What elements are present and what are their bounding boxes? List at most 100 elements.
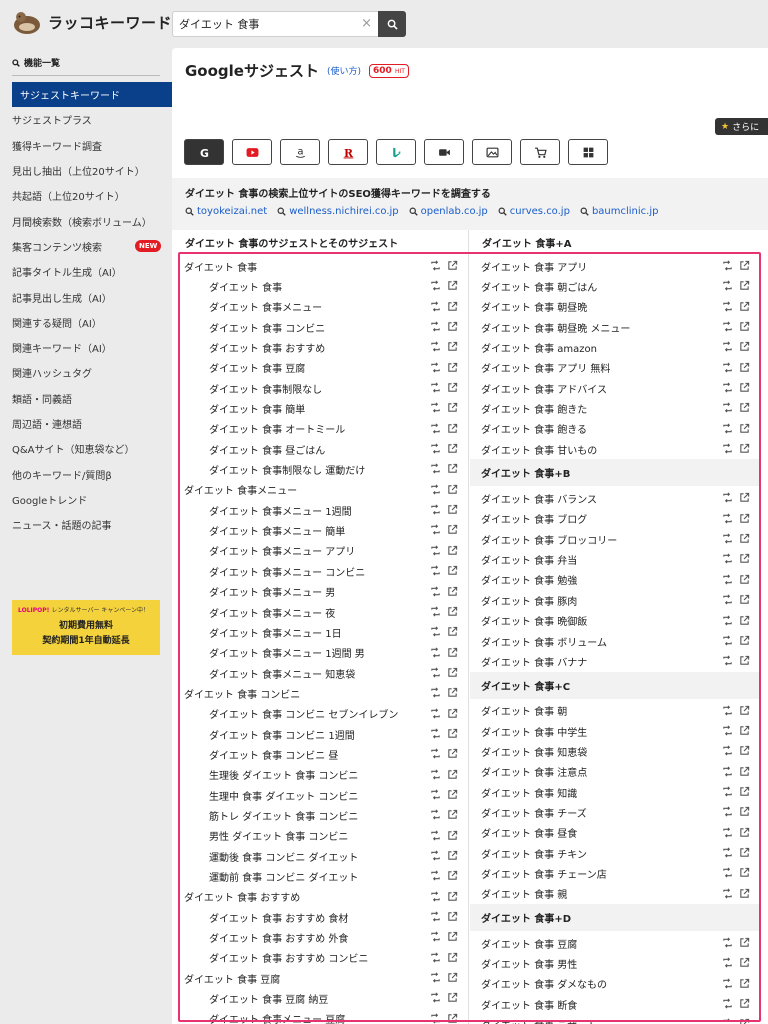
swap-icon[interactable] [430,362,441,373]
swap-icon[interactable] [722,513,733,524]
swap-icon[interactable] [430,321,441,332]
swap-icon[interactable] [430,301,441,312]
sidebar-item[interactable]: 関連キーワード（AI） [0,335,172,360]
external-link-icon[interactable] [447,789,458,800]
swap-icon[interactable] [430,891,441,902]
suggest-child-row[interactable]: 生理後 ダイエット 食事 コンビニ [184,765,464,785]
swap-icon[interactable] [722,978,733,989]
external-link-icon[interactable] [447,402,458,413]
swap-icon[interactable] [430,443,441,454]
swap-icon[interactable] [430,382,441,393]
suggest-child-row[interactable]: ダイエット 食事 おすすめ 外食 [184,927,464,947]
suggest-child-row[interactable]: ダイエット 食事メニュー アプリ [184,541,464,561]
seo-site-link[interactable]: curves.co.jp [498,206,570,217]
bing-engine-button[interactable] [376,139,416,165]
swap-icon[interactable] [722,705,733,716]
swap-icon[interactable] [722,423,733,434]
external-link-icon[interactable] [447,830,458,841]
suggest-row[interactable]: ダイエット 食事 晩御飯 [470,611,760,631]
external-link-icon[interactable] [739,725,750,736]
suggest-row[interactable]: ダイエット 食事 朝昼晩 [470,297,760,317]
external-link-icon[interactable] [447,382,458,393]
youtube-engine-button[interactable] [232,139,272,165]
external-link-icon[interactable] [739,1018,750,1024]
swap-icon[interactable] [722,867,733,878]
search-button[interactable] [378,11,406,37]
suggest-child-row[interactable]: 運動前 食事 コンビニ ダイエット [184,866,464,886]
external-link-icon[interactable] [447,728,458,739]
swap-icon[interactable] [430,626,441,637]
external-link-icon[interactable] [739,362,750,373]
swap-icon[interactable] [430,870,441,881]
suggest-child-row[interactable]: ダイエット 食事メニュー 夜 [184,602,464,622]
external-link-icon[interactable] [739,301,750,312]
external-link-icon[interactable] [739,705,750,716]
suggest-row[interactable]: ダイエット 食事 朝昼晩 メニュー [470,317,760,337]
swap-icon[interactable] [430,830,441,841]
suggest-child-row[interactable]: 筋トレ ダイエット 食事 コンビニ [184,805,464,825]
swap-icon[interactable] [430,911,441,922]
external-link-icon[interactable] [739,402,750,413]
external-link-icon[interactable] [447,504,458,515]
suggest-child-row[interactable]: ダイエット 食事制限なし 運動だけ [184,459,464,479]
swap-icon[interactable] [430,809,441,820]
suggest-row[interactable]: ダイエット 食事 ダメなもの [470,974,760,994]
external-link-icon[interactable] [739,594,750,605]
suggest-child-row[interactable]: ダイエット 食事メニュー 豆腐 [184,1009,464,1024]
external-link-icon[interactable] [447,769,458,780]
sidebar-item[interactable]: サジェストキーワード [12,82,172,108]
search-input[interactable] [173,17,353,31]
seo-site-link[interactable]: baumclinic.jp [580,206,658,217]
suggest-row[interactable]: ダイエット 食事 豆腐 [470,933,760,953]
suggest-row[interactable]: ダイエット 食事 飽きる [470,419,760,439]
suggest-row[interactable]: ダイエット 食事 親 [470,884,760,904]
swap-icon[interactable] [430,647,441,658]
external-link-icon[interactable] [447,606,458,617]
external-link-icon[interactable] [739,382,750,393]
external-link-icon[interactable] [739,443,750,454]
swap-icon[interactable] [430,463,441,474]
suggest-row[interactable]: ダイエット 食事 飽きた [470,398,760,418]
swap-icon[interactable] [430,423,441,434]
ad-banner[interactable]: LOLIPOP! レンタルサーバー キャンペーン中！ 初期費用無料 契約期間1年… [12,600,160,655]
sidebar-item[interactable]: 見出し抽出（上位20サイト） [0,158,172,183]
suggest-parent-row[interactable]: ダイエット 食事 おすすめ [184,887,464,907]
external-link-icon[interactable] [447,667,458,678]
external-link-icon[interactable] [447,931,458,942]
suggest-parent-row[interactable]: ダイエット 食事 コンビニ [184,683,464,703]
swap-icon[interactable] [430,1013,441,1024]
suggest-row[interactable]: ダイエット 食事 知識 [470,782,760,802]
swap-icon[interactable] [722,594,733,605]
swap-icon[interactable] [430,524,441,535]
swap-icon[interactable] [430,341,441,352]
suggest-child-row[interactable]: ダイエット 食事 おすすめ [184,337,464,357]
sidebar-item[interactable]: Q&Aサイト（知恵袋など） [0,436,172,461]
suggest-child-row[interactable]: 生理中 食事 ダイエット コンビニ [184,785,464,805]
swap-icon[interactable] [430,586,441,597]
logo[interactable]: ラッコキーワード [12,9,172,35]
swap-icon[interactable] [722,321,733,332]
external-link-icon[interactable] [447,524,458,535]
suggest-child-row[interactable]: ダイエット 食事メニュー [184,297,464,317]
suggest-row[interactable]: ダイエット 食事 断食 [470,994,760,1014]
swap-icon[interactable] [430,931,441,942]
external-link-icon[interactable] [739,786,750,797]
external-link-icon[interactable] [739,806,750,817]
suggest-child-row[interactable]: ダイエット 食事メニュー 1週間 男 [184,643,464,663]
swap-icon[interactable] [430,992,441,1003]
external-link-icon[interactable] [739,847,750,858]
suggest-child-row[interactable]: 運動後 食事 コンビニ ダイエット [184,846,464,866]
swap-icon[interactable] [722,937,733,948]
external-link-icon[interactable] [739,574,750,585]
swap-icon[interactable] [430,260,441,271]
suggest-child-row[interactable]: ダイエット 食事制限なし [184,378,464,398]
sidebar-item[interactable]: 記事タイトル生成（AI） [0,259,172,284]
suggest-row[interactable]: ダイエット 食事 ブログ [470,509,760,529]
sidebar-item[interactable]: 周辺語・連想語 [0,411,172,436]
suggest-row[interactable]: ダイエット 食事 注意点 [470,762,760,782]
suggest-row[interactable]: ダイエット 食事 豚肉 [470,590,760,610]
suggest-row[interactable]: ダイエット 食事 チキン [470,843,760,863]
swap-icon[interactable] [430,708,441,719]
external-link-icon[interactable] [739,655,750,666]
swap-icon[interactable] [430,504,441,515]
